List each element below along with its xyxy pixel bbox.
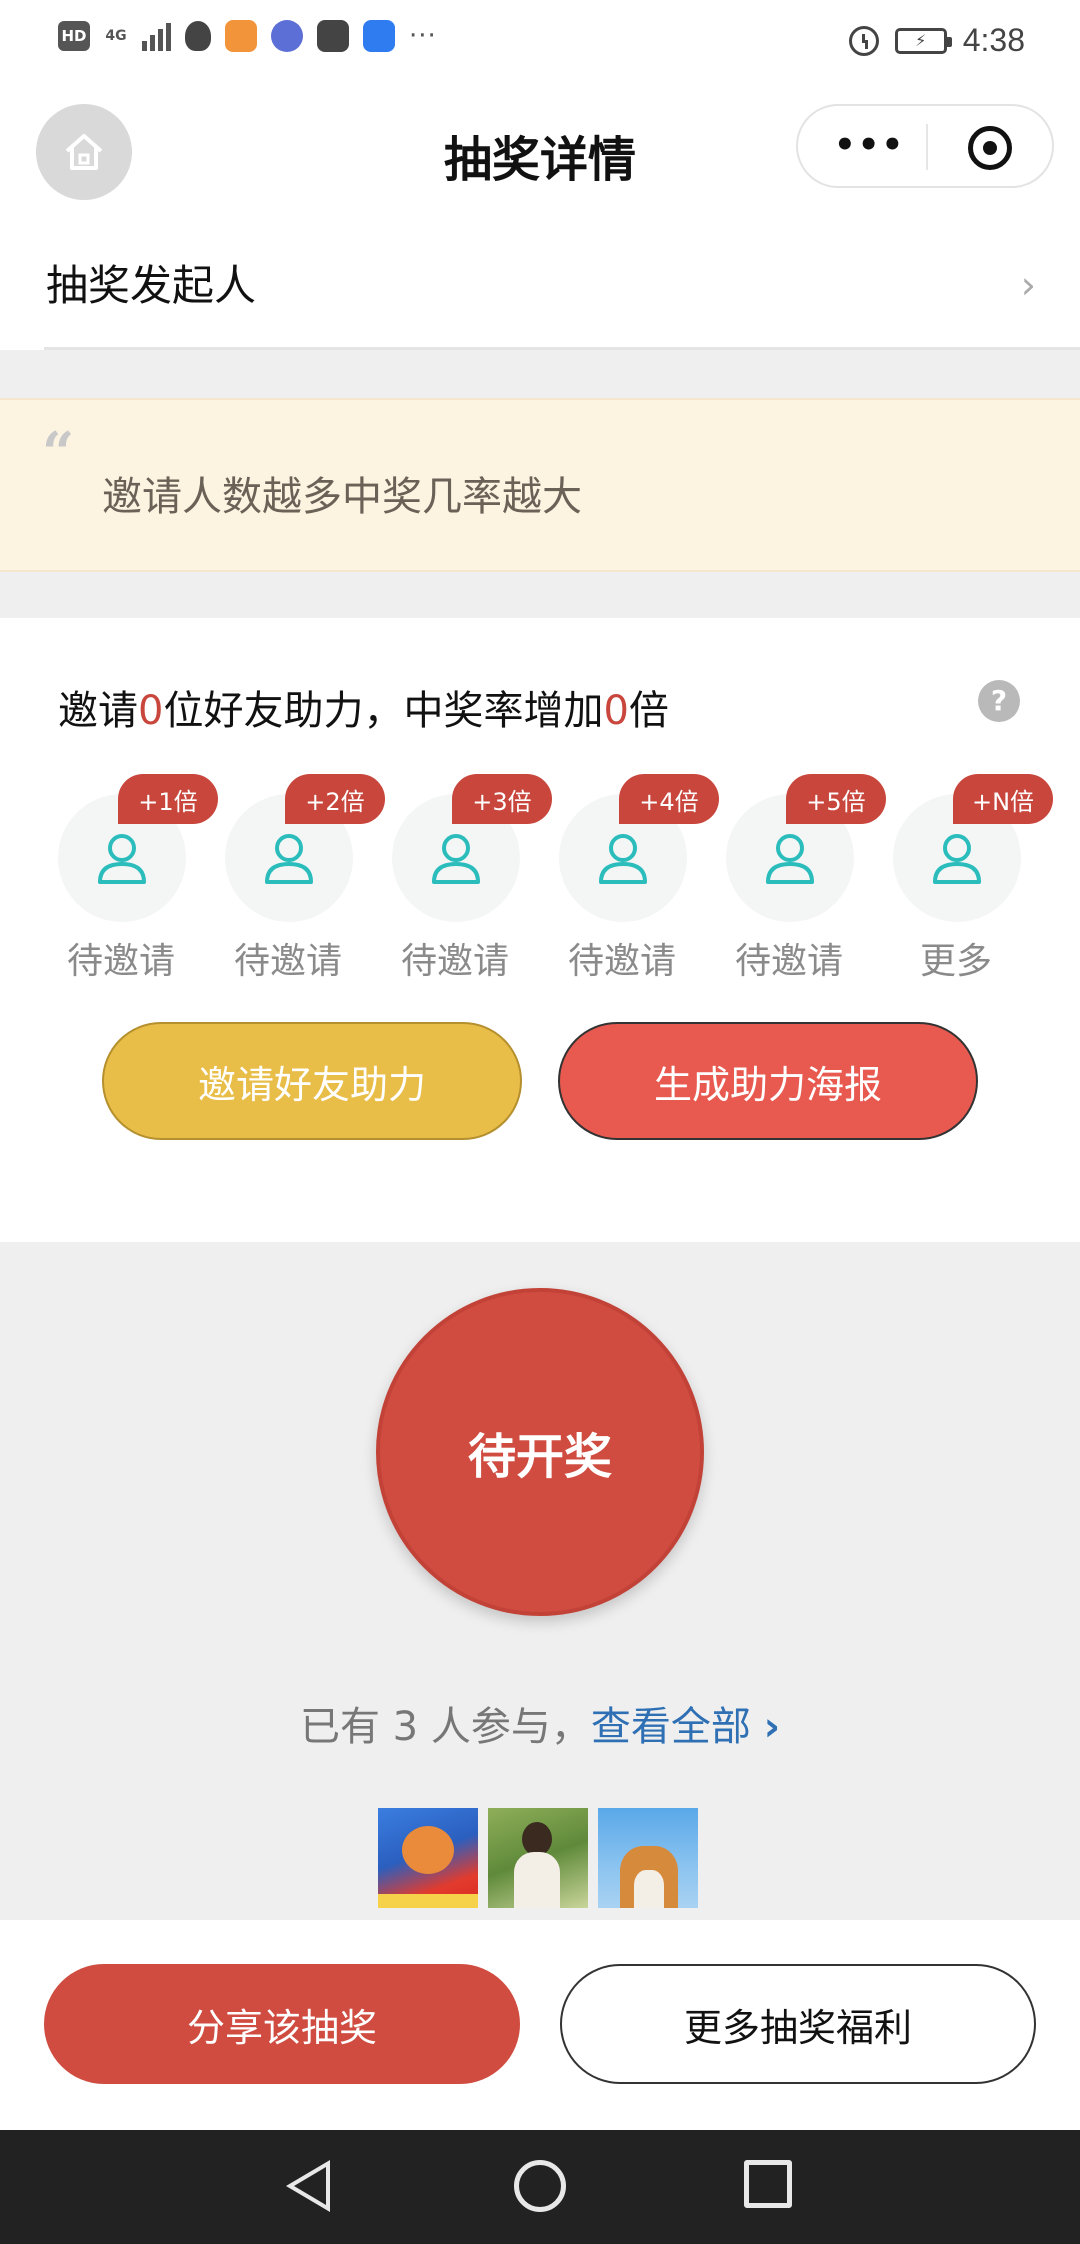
chevron-right-icon: › [1020, 263, 1036, 307]
status-bar: HD 4G ··· ⚡ 4:38 [0, 0, 1080, 84]
close-mini-program-button[interactable] [968, 126, 1012, 170]
qq-icon [185, 21, 211, 51]
generate-poster-button[interactable]: 生成助力海报 [558, 1022, 978, 1140]
back-icon[interactable] [286, 2160, 330, 2212]
invite-title-prefix: 邀请 [58, 688, 138, 734]
store-app-icon [317, 20, 349, 52]
target-icon [983, 141, 997, 155]
multiplier-count: 0 [603, 688, 629, 734]
video-app-icon [225, 20, 257, 52]
tip-text: 邀请人数越多中奖几率越大 [102, 474, 582, 520]
slot-badge: +4倍 [619, 774, 719, 824]
network-type-icon: 4G [105, 28, 127, 44]
slot-badge: +5倍 [786, 774, 886, 824]
initiator-row[interactable]: 抽奖发起人 › [0, 220, 1080, 350]
recent-apps-icon[interactable] [744, 2160, 792, 2208]
invite-title: 邀请0位好友助力，中奖率增加0倍 [58, 678, 669, 736]
capsule-divider [926, 124, 928, 170]
participants-summary: 已有 3 人参与，查看全部 › [0, 1694, 1080, 1752]
initiator-label: 抽奖发起人 [46, 261, 257, 310]
participants-suffix: 人参与， [418, 1704, 591, 1750]
slot-caption: 待邀请 [567, 941, 676, 982]
invite-slot-more[interactable]: +N倍 更多 [881, 774, 1053, 994]
participant-avatars [378, 1808, 698, 1908]
home-circle-icon[interactable] [514, 2160, 566, 2212]
chevron-right-icon[interactable]: › [764, 1704, 780, 1750]
share-lottery-button[interactable]: 分享该抽奖 [44, 1964, 520, 2084]
status-icons-left: HD 4G ··· [58, 20, 437, 52]
nav-bar: 抽奖详情 ••• [0, 84, 1080, 220]
slot-badge: +2倍 [285, 774, 385, 824]
hd-icon: HD [58, 21, 90, 51]
status-icons-right: ⚡ 4:38 [848, 22, 1025, 59]
divider [44, 347, 1080, 350]
avatar[interactable] [598, 1808, 698, 1908]
tips-app-icon [363, 20, 395, 52]
draw-status-button[interactable]: 待开奖 [376, 1288, 704, 1616]
invite-section: 邀请0位好友助力，中奖率增加0倍 ? +1倍 待邀请 +2倍 待邀请 +3倍 待… [0, 618, 1080, 1242]
avatar[interactable] [378, 1808, 478, 1908]
more-lottery-button[interactable]: 更多抽奖福利 [560, 1964, 1036, 2084]
invite-slot[interactable]: +1倍 待邀请 [46, 774, 218, 994]
user-icon [98, 834, 146, 884]
participants-prefix: 已有 [299, 1704, 393, 1750]
participants-count: 3 [392, 1704, 419, 1750]
user-icon [766, 834, 814, 884]
invite-slot[interactable]: +2倍 待邀请 [213, 774, 385, 994]
battery-icon: ⚡ [894, 27, 952, 54]
invite-slot[interactable]: +5倍 待邀请 [714, 774, 886, 994]
music-app-icon [271, 20, 303, 52]
view-all-link[interactable]: 查看全部 [591, 1704, 751, 1750]
help-icon[interactable]: ? [978, 680, 1020, 722]
invite-friends-button[interactable]: 邀请好友助力 [102, 1022, 522, 1140]
user-icon [432, 834, 480, 884]
slot-caption: 待邀请 [233, 941, 342, 982]
more-notifications-icon: ··· [409, 21, 437, 51]
slot-caption: 待邀请 [734, 941, 843, 982]
tip-banner: “ 邀请人数越多中奖几率越大 [0, 398, 1080, 572]
quote-icon: “ [42, 420, 75, 486]
invite-slot[interactable]: +4倍 待邀请 [547, 774, 719, 994]
avatar[interactable] [488, 1808, 588, 1908]
friends-count: 0 [138, 688, 164, 734]
alarm-icon [848, 25, 879, 56]
slot-badge: +N倍 [953, 774, 1053, 824]
invite-slot[interactable]: +3倍 待邀请 [380, 774, 552, 994]
mini-program-capsule: ••• [796, 104, 1054, 188]
user-icon [265, 834, 313, 884]
user-icon [599, 834, 647, 884]
invite-title-suffix: 倍 [628, 688, 669, 734]
slot-caption: 待邀请 [66, 941, 175, 982]
slot-badge: +1倍 [118, 774, 218, 824]
system-navigation-bar [0, 2130, 1080, 2244]
user-icon [933, 834, 981, 884]
signal-icon [142, 21, 171, 51]
slot-badge: +3倍 [452, 774, 552, 824]
bottom-action-bar: 分享该抽奖 更多抽奖福利 [0, 1920, 1080, 2130]
slot-caption: 更多 [919, 941, 992, 982]
more-menu-button[interactable]: ••• [834, 128, 905, 162]
clock: 4:38 [962, 22, 1025, 58]
slot-caption: 待邀请 [400, 941, 509, 982]
invite-title-middle: 位好友助力，中奖率增加 [163, 688, 604, 734]
